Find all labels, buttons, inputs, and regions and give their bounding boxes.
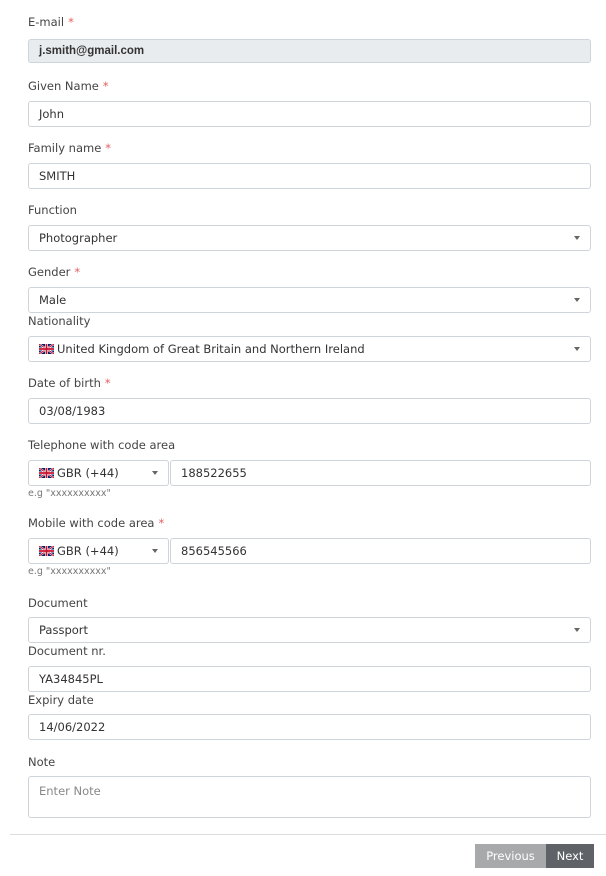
chevron-down-icon xyxy=(152,549,158,553)
chevron-down-icon xyxy=(574,628,580,632)
note-textarea[interactable]: Enter Note xyxy=(28,776,591,818)
gender-label: Gender * xyxy=(28,265,81,279)
email-field[interactable]: j.smith@gmail.com xyxy=(28,39,591,63)
mobile-field[interactable]: 856545566 xyxy=(170,538,591,564)
chevron-down-icon xyxy=(152,471,158,475)
given-name-field[interactable]: John xyxy=(28,101,591,127)
nationality-select[interactable]: United Kingdom of Great Britain and Nort… xyxy=(28,336,591,362)
uk-flag-icon xyxy=(39,468,54,478)
footer-divider xyxy=(10,834,606,835)
note-label: Note xyxy=(28,755,56,769)
expiry-date-label: Expiry date xyxy=(28,693,94,707)
chevron-down-icon xyxy=(574,298,580,302)
telephone-hint: e.g "xxxxxxxxxx" xyxy=(28,488,111,499)
gender-select[interactable]: Male xyxy=(28,287,591,313)
telephone-code-select[interactable]: GBR (+44) xyxy=(28,460,169,486)
date-of-birth-field[interactable]: 03/08/1983 xyxy=(28,398,591,424)
nationality-label: Nationality xyxy=(28,314,91,328)
chevron-down-icon xyxy=(574,236,580,240)
given-name-label: Given Name * xyxy=(28,79,109,93)
telephone-field[interactable]: 188522655 xyxy=(170,460,591,486)
uk-flag-icon xyxy=(39,344,54,354)
date-of-birth-label: Date of birth * xyxy=(28,376,111,390)
family-name-field[interactable]: SMITH xyxy=(28,163,591,189)
chevron-down-icon xyxy=(574,347,580,351)
expiry-date-field[interactable]: 14/06/2022 xyxy=(28,714,591,740)
previous-button[interactable]: Previous xyxy=(475,844,546,868)
document-nr-field[interactable]: YA34845PL xyxy=(28,666,591,692)
telephone-label: Telephone with code area xyxy=(28,438,176,452)
function-label: Function xyxy=(28,203,77,217)
mobile-label: Mobile with code area * xyxy=(28,516,165,530)
mobile-hint: e.g "xxxxxxxxxx" xyxy=(28,566,111,577)
email-label: E-mail * xyxy=(28,15,74,29)
uk-flag-icon xyxy=(39,546,54,556)
document-label: Document xyxy=(28,596,88,610)
function-select[interactable]: Photographer xyxy=(28,225,591,251)
document-select[interactable]: Passport xyxy=(28,617,591,643)
next-button[interactable]: Next xyxy=(546,844,594,868)
mobile-code-select[interactable]: GBR (+44) xyxy=(28,538,169,564)
document-nr-label: Document nr. xyxy=(28,644,106,658)
family-name-label: Family name * xyxy=(28,141,112,155)
